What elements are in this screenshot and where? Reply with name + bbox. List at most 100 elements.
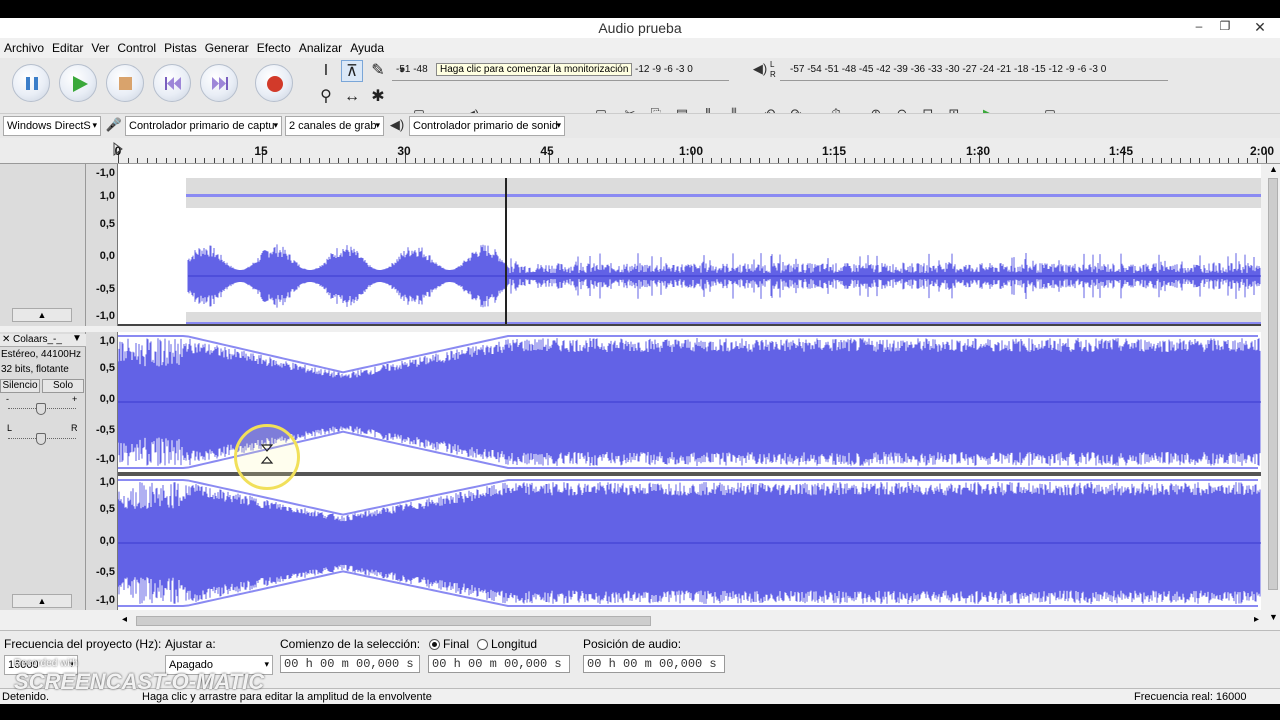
ruler-tick <box>1027 158 1029 163</box>
track1-scale-label: -1,0 <box>96 310 115 322</box>
menu-ayuda[interactable]: Ayuda <box>346 38 388 55</box>
length-radio[interactable] <box>477 639 488 650</box>
end-radio[interactable] <box>429 639 440 650</box>
track2-scale-label: -0,5 <box>96 566 115 578</box>
menu-efecto[interactable]: Efecto <box>253 38 295 55</box>
channels-select[interactable]: 2 canales de grab ▾ <box>285 116 384 136</box>
track-menu-icon[interactable]: ▼ <box>72 333 82 344</box>
ruler-tick <box>1132 158 1134 163</box>
audio-host-select[interactable]: Windows DirectS ▾ <box>3 116 101 136</box>
record-button[interactable] <box>255 64 293 102</box>
track1-scale-label: 1,0 <box>99 190 115 202</box>
ruler-tick <box>309 158 311 163</box>
track1-waveform[interactable] <box>118 164 1261 326</box>
record-meter-bar[interactable] <box>392 80 729 81</box>
selection-start-time[interactable]: 00 h 00 m 00,000 s <box>280 655 420 673</box>
ruler-tick <box>1161 158 1163 163</box>
ruler-tick <box>184 158 186 163</box>
scroll-left-icon[interactable]: ◂ <box>122 614 127 625</box>
audacity-window: Audio prueba – ❐ ✕ Archivo Editar Ver Contr… <box>0 18 1280 704</box>
pan-slider-thumb[interactable] <box>36 433 46 445</box>
stop-button[interactable] <box>106 64 144 102</box>
ruler-tick <box>1228 158 1230 163</box>
stop-icon <box>119 77 132 90</box>
ruler-tick <box>232 158 234 163</box>
gain-slider-thumb[interactable] <box>36 403 46 415</box>
pause-icon <box>26 77 38 90</box>
ruler-tick <box>500 158 502 163</box>
draw-tool-icon[interactable]: ✎ <box>367 60 389 82</box>
pause-button[interactable] <box>12 64 50 102</box>
restore-button[interactable]: ❐ <box>1212 19 1238 37</box>
ruler-tick <box>376 158 378 163</box>
ruler-label: 45 <box>540 144 554 158</box>
track1-collapse-button[interactable]: ▲ <box>12 308 72 322</box>
ruler-tick <box>165 158 167 163</box>
watermark-brand: SCREENCAST-O-MATIC <box>14 669 265 694</box>
ruler-tick <box>1141 158 1143 163</box>
mute-button[interactable]: Silencio <box>0 379 40 393</box>
horizontal-scroll-thumb[interactable] <box>136 616 651 626</box>
ruler-tick <box>615 158 617 163</box>
horizontal-scrollbar[interactable]: ◂ ▸ <box>118 614 1268 628</box>
ruler-tick <box>472 158 474 163</box>
multi-tool-icon[interactable]: ✱ <box>367 86 389 108</box>
ruler-tick <box>988 158 990 163</box>
recording-device-select[interactable]: Controlador primario de captu ▾ <box>125 116 282 136</box>
menu-generar[interactable]: Generar <box>201 38 253 55</box>
track2-scale-label: -1,0 <box>96 453 115 465</box>
menu-control[interactable]: Control <box>113 38 160 55</box>
menu-pistas[interactable]: Pistas <box>160 38 201 55</box>
skip-end-button[interactable] <box>200 64 238 102</box>
playback-meter-bar[interactable] <box>780 80 1168 81</box>
timeshift-tool-icon[interactable]: ↔ <box>341 86 363 108</box>
solo-button[interactable]: Solo <box>42 379 84 393</box>
close-track-icon[interactable]: ✕ <box>2 334 10 345</box>
envelope-tool-icon[interactable]: ⊼ <box>341 60 363 82</box>
track2-scale-label: 0,5 <box>99 362 115 374</box>
zoom-tool-icon[interactable]: ⚲ <box>315 86 337 108</box>
ruler-tick <box>1017 158 1019 163</box>
ruler-tick <box>366 158 368 163</box>
track1-scale-label: 0,5 <box>99 218 115 230</box>
scroll-down-icon[interactable]: ▼ <box>1269 612 1278 622</box>
track2-scale-label: -0,5 <box>96 424 115 436</box>
ruler-tick <box>175 158 177 163</box>
vertical-scroll-thumb[interactable] <box>1268 178 1278 590</box>
playback-device-select[interactable]: Controlador primario de sonid ▾ <box>409 116 565 136</box>
menu-archivo[interactable]: Archivo <box>0 38 48 55</box>
ruler-tick <box>854 158 856 163</box>
play-head-icon[interactable] <box>112 142 124 156</box>
track2-title-bar[interactable]: ✕ Colaars_-_ ▼ <box>0 333 86 347</box>
ruler-tick <box>414 158 416 163</box>
ruler-tick <box>606 158 608 163</box>
scroll-up-icon[interactable]: ▲ <box>1269 164 1278 174</box>
skip-start-button[interactable] <box>153 64 191 102</box>
close-button[interactable]: ✕ <box>1240 19 1280 37</box>
playback-device-value: Controlador primario de sonid <box>413 120 558 132</box>
selection-end-time[interactable]: 00 h 00 m 00,000 s <box>428 655 570 673</box>
vertical-scrollbar[interactable]: ▲ ▼ <box>1266 164 1280 626</box>
status-actual-rate: Frecuencia real: 16000 <box>1134 691 1247 703</box>
chevron-up-icon: ▲ <box>37 310 47 320</box>
ruler-tick <box>347 158 349 163</box>
selection-tool-icon[interactable]: I <box>315 60 337 82</box>
ruler-tick <box>720 158 722 163</box>
track1-envelope-top <box>186 194 1261 197</box>
ruler-tick <box>529 158 531 163</box>
minimize-button[interactable]: – <box>1186 19 1212 37</box>
play-button[interactable] <box>59 64 97 102</box>
menu-editar[interactable]: Editar <box>48 38 87 55</box>
ruler-label: 1:45 <box>1108 144 1134 158</box>
ruler-tick <box>519 158 521 163</box>
timeline-ruler[interactable]: 0 15 30 45 1:00 1:15 1:30 1:45 2:00 <box>0 138 1280 164</box>
ruler-tick <box>749 158 751 163</box>
selection-start-label: Comienzo de la selección: <box>280 637 421 651</box>
ruler-tick <box>1065 158 1067 163</box>
scroll-right-icon[interactable]: ▸ <box>1254 614 1259 625</box>
audio-position-time[interactable]: 00 h 00 m 00,000 s <box>583 655 725 673</box>
track2-collapse-button[interactable]: ▲ <box>12 594 72 608</box>
menu-analizar[interactable]: Analizar <box>295 38 346 55</box>
track1-scale-label: -0,5 <box>96 283 115 295</box>
menu-ver[interactable]: Ver <box>87 38 113 55</box>
